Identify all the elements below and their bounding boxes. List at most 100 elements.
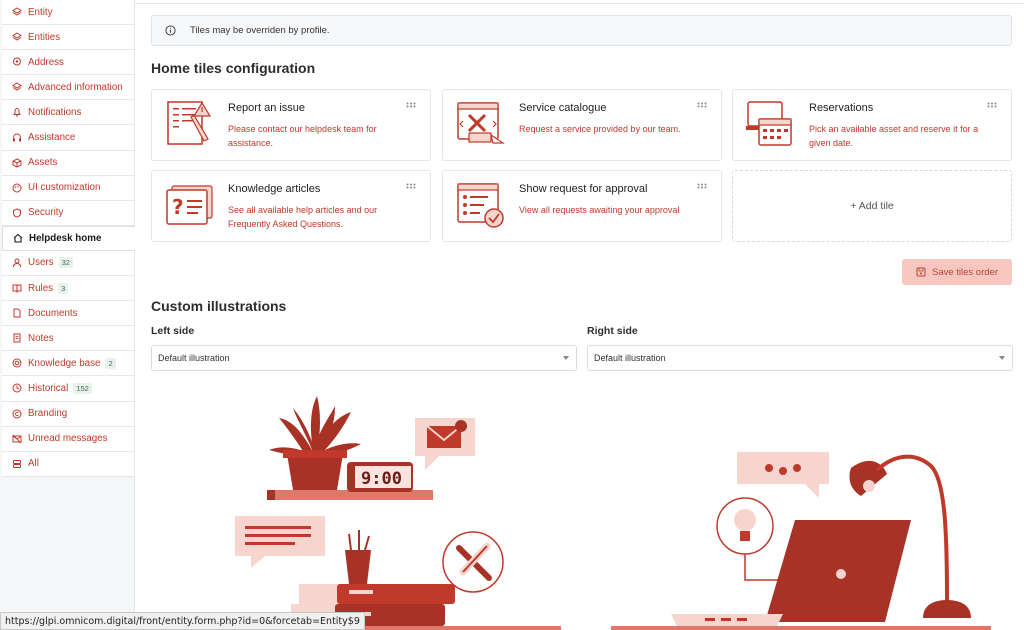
knowledge-articles-illustration: ? bbox=[166, 185, 213, 225]
tile-description: View all requests awaiting your approval bbox=[519, 205, 680, 215]
sidebar-item-label: All bbox=[28, 458, 39, 470]
sidebar-item-label: Notes bbox=[28, 332, 54, 344]
shield-icon bbox=[12, 208, 22, 218]
tile-description: Please contact our helpdesk team for ass… bbox=[228, 124, 377, 148]
left-side-illustration: 9:00 bbox=[231, 396, 561, 630]
note-icon bbox=[12, 333, 22, 343]
reservations-illustration bbox=[746, 101, 792, 146]
sidebar-item-notifications[interactable]: Notifications bbox=[2, 100, 134, 126]
package-icon bbox=[12, 158, 22, 168]
add-tile-button[interactable]: + Add tile bbox=[732, 170, 1012, 242]
layers-icon bbox=[12, 32, 22, 42]
illustrations-section-title: Custom illustrations bbox=[151, 298, 287, 314]
left-illustration-select[interactable]: Default illustration bbox=[151, 345, 577, 371]
save-tiles-order-button[interactable]: Save tiles order bbox=[902, 259, 1012, 285]
sidebar-item-advanced-information[interactable]: Advanced information bbox=[2, 75, 134, 101]
sidebar-item-unread-messages[interactable]: Unread messages bbox=[2, 426, 134, 452]
tile-title: Reservations bbox=[809, 102, 874, 114]
sidebar-item-label: Entity bbox=[28, 6, 53, 18]
home-icon bbox=[13, 233, 23, 243]
sidebar-item-rules[interactable]: Rules 3 bbox=[2, 276, 134, 302]
tile-title: Report an issue bbox=[228, 102, 306, 114]
chevron-down-icon bbox=[563, 356, 569, 360]
sidebar-item-all[interactable]: All bbox=[2, 451, 134, 477]
sidebar-item-entity[interactable]: Entity bbox=[2, 0, 134, 26]
top-divider bbox=[135, 0, 1024, 4]
sidebar-item-label: Historical bbox=[28, 382, 69, 394]
left-side-label: Left side bbox=[151, 325, 195, 337]
drag-handle-icon[interactable] bbox=[697, 102, 707, 108]
sidebar-item-label: Helpdesk home bbox=[29, 232, 102, 244]
history-icon bbox=[12, 383, 22, 393]
svg-text:?: ? bbox=[172, 195, 184, 219]
sidebar-item-label: Advanced information bbox=[28, 81, 123, 93]
count-badge: 152 bbox=[73, 382, 92, 394]
main-content: Tiles may be overriden by profile. Home … bbox=[135, 0, 1024, 630]
lifebuoy-icon bbox=[12, 358, 22, 368]
info-alert: Tiles may be overriden by profile. bbox=[151, 15, 1012, 46]
tile-service-catalogue[interactable]: Service catalogue Request a service prov… bbox=[442, 89, 722, 161]
count-badge: 32 bbox=[58, 257, 73, 269]
sidebar-item-documents[interactable]: Documents bbox=[2, 301, 134, 327]
tiles-section-title: Home tiles configuration bbox=[151, 60, 316, 76]
file-icon bbox=[12, 308, 22, 318]
sidebar-item-address[interactable]: Address bbox=[2, 50, 134, 76]
tile-knowledge-articles[interactable]: ? Knowledge articles See all available h… bbox=[151, 170, 431, 242]
tile-request-approval[interactable]: Show request for approval View all reque… bbox=[442, 170, 722, 242]
left-illustration-value: Default illustration bbox=[158, 353, 230, 363]
tile-description: Pick an available asset and reserve it f… bbox=[809, 124, 979, 148]
sidebar-item-assistance[interactable]: Assistance bbox=[2, 125, 134, 151]
sidebar-item-label: Rules bbox=[28, 282, 54, 294]
add-tile-label: + Add tile bbox=[850, 200, 894, 212]
sidebar-item-entities[interactable]: Entities bbox=[2, 25, 134, 51]
service-catalogue-illustration bbox=[457, 102, 505, 144]
tile-description: Request a service provided by our team. bbox=[519, 124, 681, 134]
drag-handle-icon[interactable] bbox=[697, 183, 707, 189]
report-issue-illustration bbox=[167, 101, 212, 145]
layers-icon bbox=[12, 7, 22, 17]
map-pin-icon bbox=[12, 57, 22, 67]
right-illustration-select[interactable]: Default illustration bbox=[587, 345, 1013, 371]
sidebar-item-users[interactable]: Users 32 bbox=[2, 250, 134, 277]
sidebar-item-label: Address bbox=[28, 56, 64, 68]
sidebar-item-label: Security bbox=[28, 207, 64, 219]
sidebar-item-assets[interactable]: Assets bbox=[2, 150, 134, 176]
sidebar-item-label: Notifications bbox=[28, 106, 82, 118]
alert-text: Tiles may be overriden by profile. bbox=[190, 25, 330, 36]
palette-icon bbox=[12, 183, 22, 193]
drag-handle-icon[interactable] bbox=[987, 102, 997, 108]
sidebar-item-label: Documents bbox=[28, 307, 78, 319]
sidebar-list: Entity Entities Address Advanced informatio… bbox=[0, 0, 135, 477]
tile-description: See all available help articles and our … bbox=[228, 205, 378, 229]
right-side-illustration bbox=[611, 452, 991, 630]
sidebar-item-label: Assets bbox=[28, 157, 58, 169]
sidebar-item-label: Unread messages bbox=[28, 433, 108, 445]
count-badge: 3 bbox=[58, 282, 69, 294]
drag-handle-icon[interactable] bbox=[406, 183, 416, 189]
tile-report-issue[interactable]: Report an issue Please contact our helpd… bbox=[151, 89, 431, 161]
sidebar-item-label: Branding bbox=[28, 408, 68, 420]
drag-handle-icon[interactable] bbox=[406, 102, 416, 108]
right-side-label: Right side bbox=[587, 325, 638, 337]
tile-title: Service catalogue bbox=[519, 102, 607, 114]
sidebar: Entity Entities Address Advanced informatio… bbox=[0, 0, 135, 630]
save-icon bbox=[916, 267, 926, 277]
sidebar-item-knowledge-base[interactable]: Knowledge base 2 bbox=[2, 351, 134, 377]
count-badge: 2 bbox=[105, 357, 116, 369]
save-tiles-order-label: Save tiles order bbox=[931, 266, 998, 278]
user-icon bbox=[12, 258, 22, 268]
copyright-icon bbox=[12, 409, 22, 419]
sidebar-item-ui-customization[interactable]: UI customization bbox=[2, 175, 134, 201]
sidebar-item-security[interactable]: Security bbox=[2, 200, 134, 226]
tile-title: Show request for approval bbox=[519, 183, 648, 195]
layers-icon bbox=[12, 82, 22, 92]
sidebar-item-historical[interactable]: Historical 152 bbox=[2, 376, 134, 402]
sidebar-item-label: Users bbox=[28, 257, 54, 269]
sidebar-item-label: Entities bbox=[28, 31, 61, 43]
request-approval-illustration bbox=[457, 183, 504, 228]
tile-reservations[interactable]: Reservations Pick an available asset and… bbox=[732, 89, 1012, 161]
tile-title: Knowledge articles bbox=[228, 183, 321, 195]
sidebar-item-helpdesk-home[interactable]: Helpdesk home bbox=[2, 225, 135, 251]
sidebar-item-branding[interactable]: Branding bbox=[2, 401, 134, 427]
sidebar-item-notes[interactable]: Notes bbox=[2, 326, 134, 352]
